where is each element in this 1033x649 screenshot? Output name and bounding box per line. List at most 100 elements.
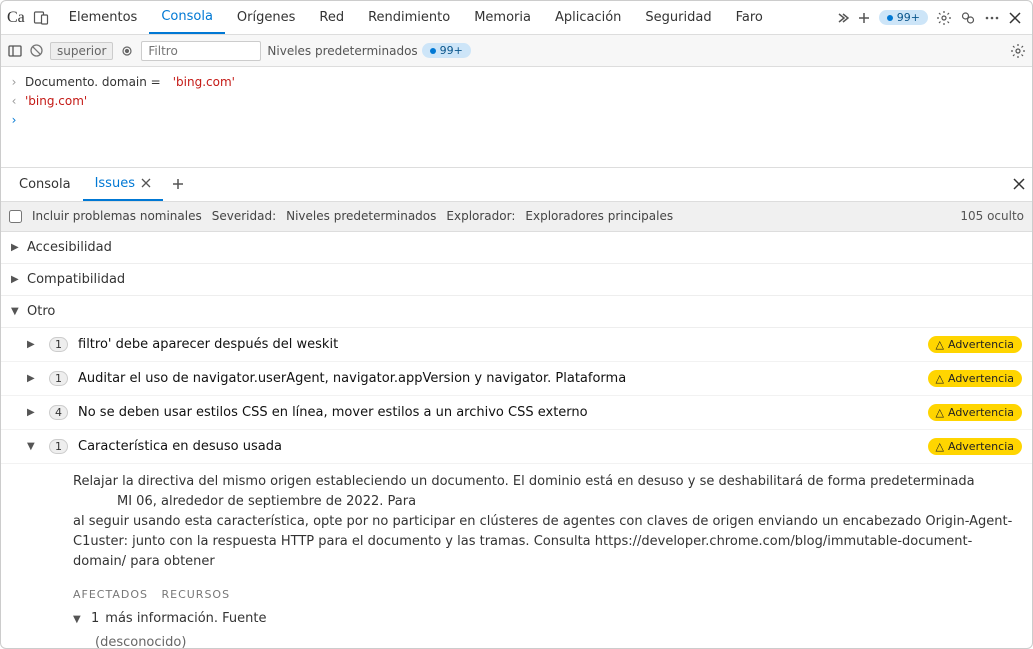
chevron-right-icon: ▶ bbox=[27, 373, 39, 384]
context-selector[interactable]: superior bbox=[50, 42, 113, 60]
chevron-right-icon: ▶ bbox=[11, 274, 23, 285]
prompt-chevron-icon[interactable]: › bbox=[9, 111, 19, 130]
severity-label: Severidad: bbox=[212, 209, 276, 223]
warning-badge: △ Advertencia bbox=[928, 370, 1022, 387]
messages-badge-count: 99+ bbox=[897, 11, 920, 24]
output-chevron-icon: ‹ bbox=[9, 92, 19, 111]
warning-badge-label: Advertencia bbox=[948, 440, 1014, 453]
close-drawer-icon[interactable] bbox=[1012, 177, 1026, 191]
add-tab-icon[interactable] bbox=[857, 11, 871, 25]
drawer-tab-console[interactable]: Consola bbox=[7, 168, 83, 201]
tab-application[interactable]: Aplicación bbox=[543, 1, 633, 34]
feedback-icon[interactable] bbox=[960, 10, 976, 26]
affected-header: AFECTADOS bbox=[73, 588, 148, 601]
category-label: Accesibilidad bbox=[27, 240, 112, 255]
resources-header: RECURSOS bbox=[161, 588, 230, 601]
browser-selector[interactable]: Exploradores principales bbox=[525, 209, 673, 223]
warning-badge-label: Advertencia bbox=[948, 338, 1014, 351]
warning-icon: △ bbox=[936, 372, 944, 385]
console-settings-icon[interactable] bbox=[1010, 43, 1026, 59]
warning-icon: △ bbox=[936, 440, 944, 453]
filter-input[interactable] bbox=[141, 41, 261, 61]
affected-unknown: (desconocido) bbox=[95, 633, 1016, 648]
console-input-value: 'bing.com' bbox=[173, 73, 235, 92]
tab-console[interactable]: Consola bbox=[149, 1, 225, 34]
affected-count: 1 bbox=[91, 609, 99, 629]
hidden-text: oculto bbox=[987, 209, 1024, 223]
warning-badge: △ Advertencia bbox=[928, 438, 1022, 455]
issue-title: Auditar el uso de navigator.userAgent, n… bbox=[78, 371, 910, 386]
warning-icon: △ bbox=[936, 406, 944, 419]
issue-body-date: MI 06, alrededor de septiembre de 2022. … bbox=[117, 492, 416, 512]
drawer-tab-issues[interactable]: Issues bbox=[83, 168, 163, 201]
input-chevron-icon: › bbox=[9, 73, 19, 92]
issue-count-badge: 4 bbox=[49, 405, 68, 420]
clear-console-icon[interactable] bbox=[29, 43, 44, 58]
toggle-sidebar-icon[interactable] bbox=[7, 43, 23, 59]
category-label: Otro bbox=[27, 304, 55, 319]
dot-icon bbox=[887, 15, 893, 21]
app-logo: Ca bbox=[7, 9, 25, 27]
issue-title: Característica en desuso usada bbox=[78, 439, 910, 454]
dot-icon bbox=[430, 48, 436, 54]
warning-icon: △ bbox=[936, 338, 944, 351]
issue-row[interactable]: ▶ 1 filtro' debe aparecer después del we… bbox=[1, 328, 1032, 362]
chevron-down-icon: ▼ bbox=[27, 441, 39, 452]
issue-count-badge: 1 bbox=[49, 337, 68, 352]
tab-security[interactable]: Seguridad bbox=[633, 1, 723, 34]
log-levels-selector[interactable]: Niveles predeterminados 99+ bbox=[267, 43, 470, 58]
tab-memory[interactable]: Memoria bbox=[462, 1, 543, 34]
issue-body-text-2: al seguir usando esta característica, op… bbox=[73, 512, 1016, 572]
category-label: Compatibilidad bbox=[27, 272, 125, 287]
category-compatibility[interactable]: ▶ Compatibilidad bbox=[1, 264, 1032, 296]
issue-title: filtro' debe aparecer después del weskit bbox=[78, 337, 910, 352]
issue-count-badge: 1 bbox=[49, 371, 68, 386]
warning-badge: △ Advertencia bbox=[928, 336, 1022, 353]
device-toggle-icon[interactable] bbox=[31, 8, 51, 28]
chevron-right-icon: ▶ bbox=[11, 242, 23, 253]
issue-details: Relajar la directiva del mismo origen es… bbox=[1, 464, 1032, 648]
settings-icon[interactable] bbox=[936, 10, 952, 26]
severity-selector[interactable]: Niveles predeterminados bbox=[286, 209, 436, 223]
drawer-tab-issues-label: Issues bbox=[95, 176, 135, 191]
main-tab-list: Elementos Consola Orígenes Red Rendimien… bbox=[57, 1, 775, 34]
console-output-value: 'bing.com' bbox=[25, 92, 87, 111]
affected-resource-row[interactable]: ▼ 1 más información. Fuente bbox=[73, 609, 1016, 629]
log-levels-badge-count: 99+ bbox=[440, 44, 463, 57]
log-levels-badge: 99+ bbox=[422, 43, 471, 58]
more-tabs-icon[interactable] bbox=[835, 11, 849, 25]
console-input-label: Documento. domain = bbox=[25, 73, 161, 92]
messages-badge[interactable]: 99+ bbox=[879, 10, 928, 25]
category-other[interactable]: ▼ Otro bbox=[1, 296, 1032, 328]
affected-label: más información. Fuente bbox=[105, 609, 266, 629]
chevron-right-icon: ▶ bbox=[27, 407, 39, 418]
warning-badge: △ Advertencia bbox=[928, 404, 1022, 421]
hidden-count: 105 bbox=[960, 209, 983, 223]
log-levels-label: Niveles predeterminados bbox=[267, 44, 417, 58]
issue-row[interactable]: ▼ 1 Característica en desuso usada △ Adve… bbox=[1, 430, 1032, 464]
issue-count-badge: 1 bbox=[49, 439, 68, 454]
tab-lighthouse[interactable]: Faro bbox=[724, 1, 775, 34]
console-output: › Documento. domain = 'bing.com' ‹ 'bing… bbox=[1, 67, 1032, 168]
issue-body-text: Relajar la directiva del mismo origen es… bbox=[73, 474, 975, 489]
chevron-down-icon: ▼ bbox=[73, 612, 85, 628]
live-expression-icon[interactable] bbox=[119, 43, 135, 59]
tab-network[interactable]: Red bbox=[307, 1, 356, 34]
issue-title: No se deben usar estilos CSS en línea, m… bbox=[78, 405, 910, 420]
overflow-icon[interactable] bbox=[984, 10, 1000, 26]
warning-badge-label: Advertencia bbox=[948, 372, 1014, 385]
warning-badge-label: Advertencia bbox=[948, 406, 1014, 419]
tab-performance[interactable]: Rendimiento bbox=[356, 1, 462, 34]
include-nominal-label: Incluir problemas nominales bbox=[32, 209, 202, 223]
category-accessibility[interactable]: ▶ Accesibilidad bbox=[1, 232, 1032, 264]
chevron-down-icon: ▼ bbox=[11, 306, 23, 317]
include-nominal-checkbox[interactable] bbox=[9, 210, 22, 223]
add-drawer-tab-icon[interactable] bbox=[171, 177, 185, 191]
issue-row[interactable]: ▶ 1 Auditar el uso de navigator.userAgen… bbox=[1, 362, 1032, 396]
tab-sources[interactable]: Orígenes bbox=[225, 1, 307, 34]
close-tab-icon[interactable] bbox=[141, 178, 151, 188]
tab-elements[interactable]: Elementos bbox=[57, 1, 150, 34]
close-icon[interactable] bbox=[1008, 11, 1022, 25]
chevron-right-icon: ▶ bbox=[27, 339, 39, 350]
issue-row[interactable]: ▶ 4 No se deben usar estilos CSS en líne… bbox=[1, 396, 1032, 430]
